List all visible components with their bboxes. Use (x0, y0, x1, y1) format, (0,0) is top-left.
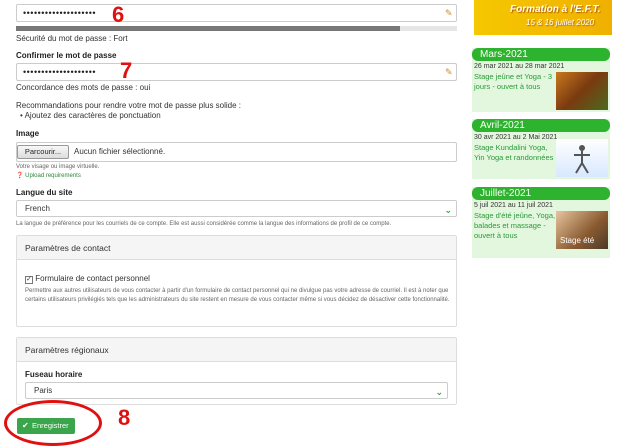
event-month: Juillet-2021 (472, 187, 610, 200)
image-help: Votre visage ou image virtuelle. (16, 164, 100, 170)
account-form: •••••••••••••••••••• ✎ 6 Sécurité du mot… (0, 0, 470, 446)
password-field[interactable]: •••••••••••••••••••• (16, 4, 457, 22)
password-strength-text: Sécurité du mot de passe : Fort (16, 34, 128, 43)
confirm-password-field[interactable]: •••••••••••••••••••• (16, 63, 457, 81)
recommend-item-text: Ajoutez des caractères de ponctuation (24, 111, 161, 120)
contact-settings-title: Paramètres de contact (17, 236, 456, 260)
password-match-text: Concordance des mots de passe : oui (16, 83, 151, 92)
checkbox-checked-icon[interactable]: ✓ (25, 276, 33, 284)
language-label: Langue du site (16, 188, 73, 197)
event-image (556, 72, 608, 110)
upload-requirements-link[interactable]: ❓ Upload requirements (16, 172, 81, 179)
contact-form-checkbox-row[interactable]: ✓ Formulaire de contact personnel (25, 274, 150, 284)
timezone-value: Paris (34, 386, 53, 395)
contact-settings-panel: Paramètres de contact ✓ Formulaire de co… (16, 235, 457, 327)
event-dates: 5 juil 2021 au 11 juil 2021 (474, 202, 553, 209)
file-status: Aucun fichier sélectionné. (74, 147, 166, 156)
event-desc: Stage jeûne et Yoga - 3 jours - ouvert à… (474, 72, 552, 91)
help-icon: ❓ (16, 173, 24, 179)
browse-button[interactable]: Parcourir... (17, 145, 69, 159)
timezone-select[interactable]: Paris ⌄ (25, 382, 448, 399)
password-value: •••••••••••••••••••• (23, 8, 97, 18)
save-label: Enregistrer (32, 421, 69, 430)
language-value: French (25, 204, 50, 213)
upload-link-text: Upload requirements (25, 173, 81, 179)
banner-dates: 15 & 16 juillet 2020 (526, 18, 595, 27)
key-icon: ✎ (445, 8, 453, 18)
event-month: Mars-2021 (472, 48, 610, 61)
recommend-title: Recommandations pour rendre votre mot de… (16, 101, 242, 110)
contact-help: Permettre aux autres utilisateurs de vou… (25, 288, 450, 303)
language-select[interactable]: French ⌄ (16, 200, 457, 217)
event-dates: 26 mar 2021 au 28 mar 2021 (474, 63, 565, 70)
yoga-figure-icon (574, 145, 590, 174)
regional-settings-title: Paramètres régionaux (17, 338, 456, 362)
event-desc: Stage d'été jeûne, Yoga, balades et mass… (474, 211, 556, 240)
event-july[interactable]: Juillet-2021 5 juil 2021 au 11 juil 2021… (472, 187, 610, 258)
event-image: Stage été (556, 211, 608, 249)
annotation-7: 7 (120, 58, 133, 83)
contact-checkbox-label: Formulaire de contact personnel (35, 274, 150, 283)
event-image (556, 139, 608, 177)
annotation-6: 6 (112, 2, 125, 27)
eft-banner[interactable]: Formation à l'E.F.T. 15 & 16 juillet 202… (474, 0, 612, 35)
event-desc: Stage Kundalini Yoga, Yin Yoga et randon… (474, 143, 554, 162)
save-button[interactable]: ✔ Enregistrer (17, 418, 75, 434)
chevron-down-icon: ⌄ (435, 387, 443, 397)
regional-settings-panel: Paramètres régionaux Fuseau horaire Pari… (16, 337, 457, 405)
confirm-label: Confirmer le mot de passe (16, 51, 117, 60)
strength-fill (16, 26, 400, 31)
timezone-label: Fuseau horaire (25, 370, 83, 379)
event-month: Avril-2021 (472, 119, 610, 132)
key-icon: ✎ (445, 67, 453, 77)
image-label: Image (16, 129, 40, 138)
check-icon: ✔ (22, 421, 29, 430)
language-help: La langue de préférence pour les courrie… (16, 221, 392, 227)
event-april[interactable]: Avril-2021 30 avr 2021 au 2 Mai 2021 Sta… (472, 119, 610, 179)
recommend-item: • Ajoutez des caractères de ponctuation (20, 111, 161, 120)
event-image-caption: Stage été (560, 236, 595, 245)
annotation-8: 8 (118, 405, 131, 430)
banner-title: Formation à l'E.F.T. (510, 4, 601, 15)
confirm-value: •••••••••••••••••••• (23, 67, 97, 77)
password-strength-bar (16, 26, 457, 31)
chevron-down-icon: ⌄ (444, 205, 452, 215)
event-march[interactable]: Mars-2021 26 mar 2021 au 28 mar 2021 Sta… (472, 48, 610, 112)
